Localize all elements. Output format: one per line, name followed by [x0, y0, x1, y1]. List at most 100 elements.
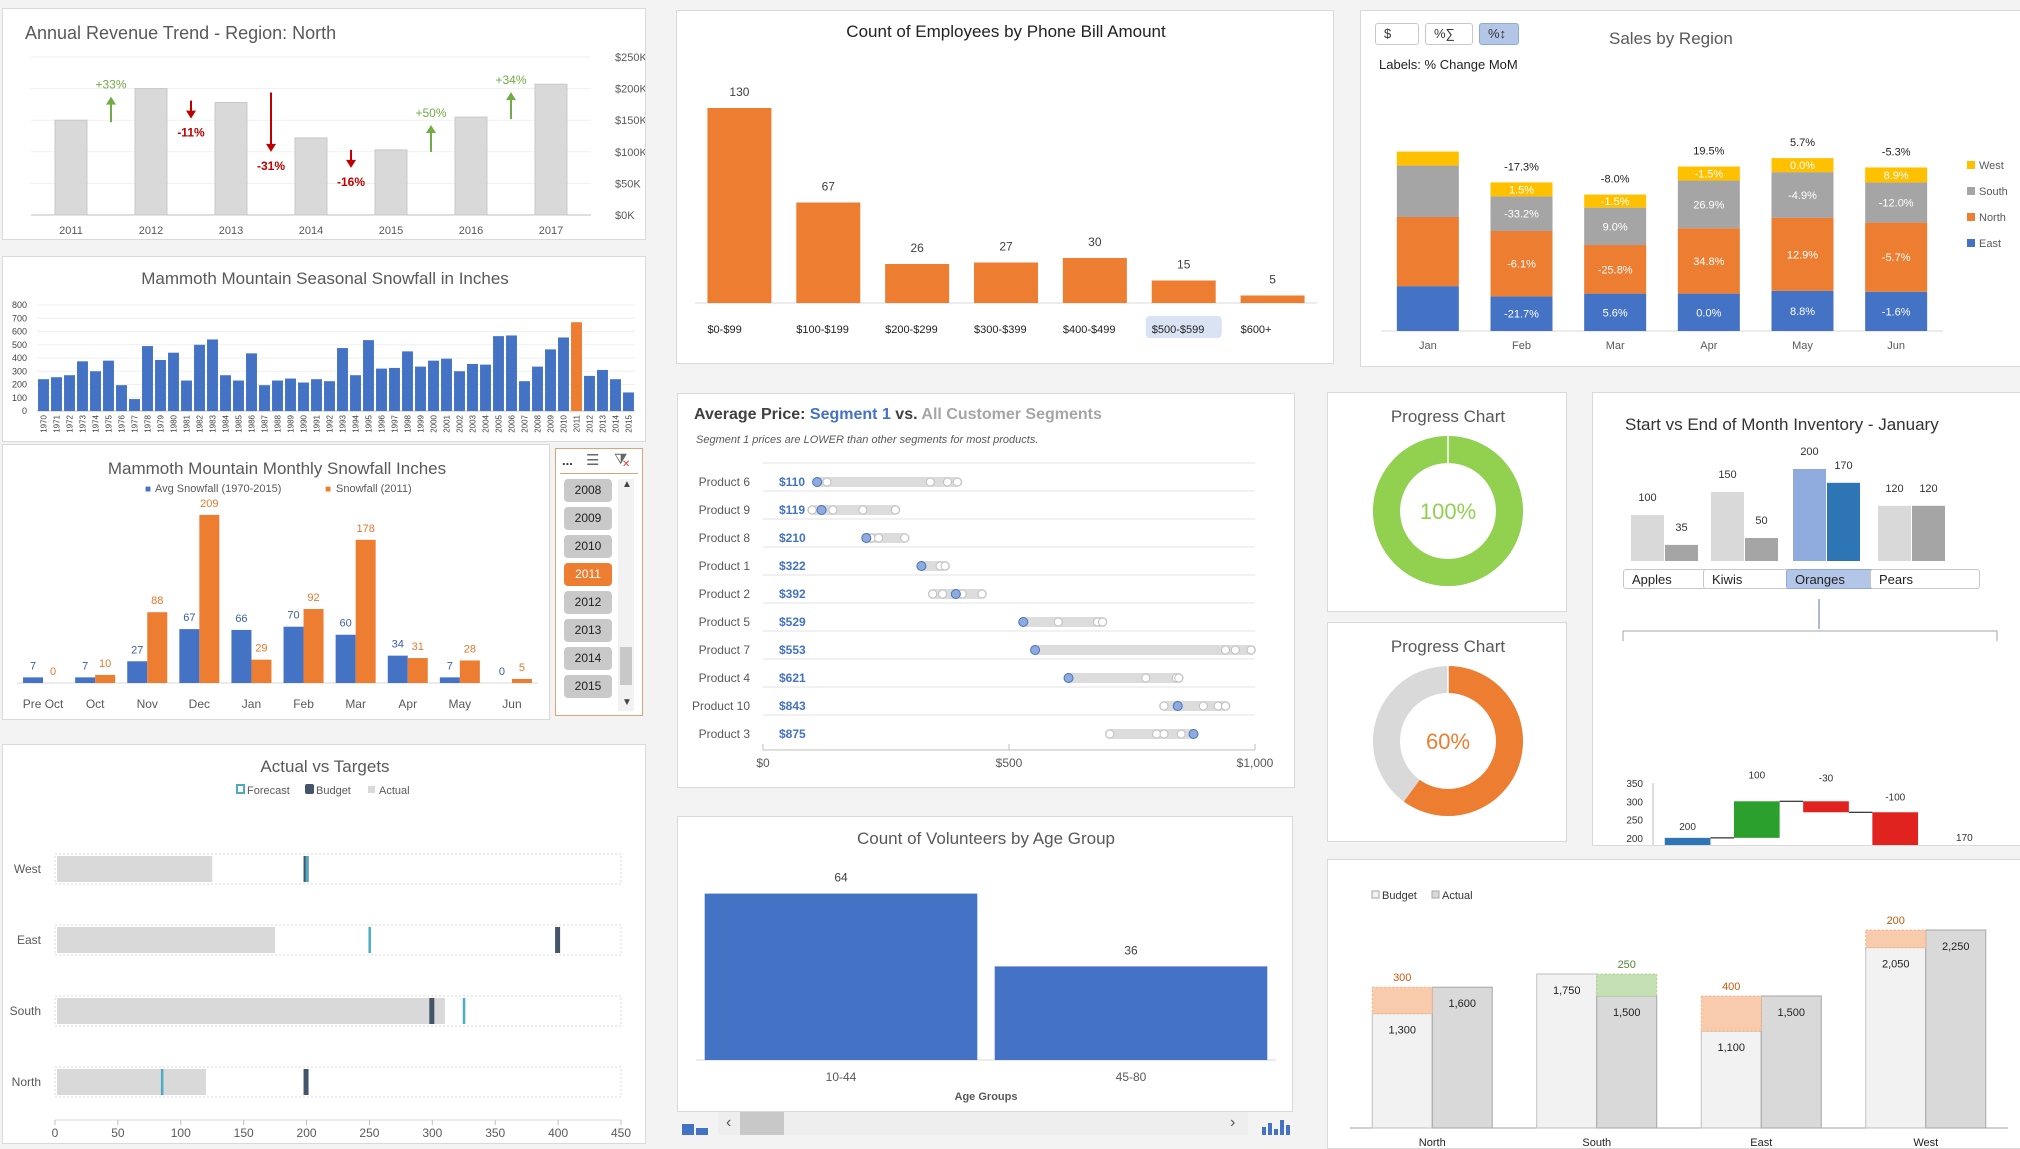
segment-label: 34.8% — [1693, 256, 1724, 268]
y-tick-label: 400 — [12, 353, 27, 363]
x-tick-label: South — [1582, 1137, 1611, 1149]
waterfall-value-label: 170 — [1956, 833, 1973, 844]
revenue-bar — [214, 102, 248, 216]
segment1-price-label: $621 — [779, 671, 806, 685]
slicer-item-2009[interactable]: 2009 — [564, 507, 612, 530]
x-tick-label: 2016 — [459, 225, 483, 237]
x-tick-label: 1986 — [248, 414, 257, 432]
snow-value-label: 29 — [255, 643, 267, 655]
x-tick-label: 50 — [111, 1126, 125, 1140]
x-tick-label: 1972 — [66, 414, 75, 432]
horizontal-scroll-thumb[interactable] — [740, 1112, 784, 1135]
segment1-price-label: $843 — [779, 699, 806, 713]
other-segment-dot — [890, 505, 900, 515]
slicer-item-2015[interactable]: 2015 — [564, 675, 612, 698]
x-tick-label: 1977 — [131, 414, 140, 432]
slicer-more[interactable]: ... — [562, 453, 573, 468]
scroll-down-icon[interactable]: ▼ — [622, 697, 632, 708]
actual-value-label: 1,500 — [1777, 1007, 1805, 1019]
legend-label-2011: Snowfall (2011) — [336, 483, 412, 495]
change-label: +50% — [415, 106, 446, 120]
legend-label-north: North — [1979, 212, 2006, 224]
other-segment-dot — [925, 477, 935, 487]
volunteers-chart: 64 10-44 36 45-80 Age Groups — [696, 871, 1276, 1103]
revenue-bar — [54, 119, 88, 216]
fruit-tab-oranges[interactable]: Oranges — [1786, 569, 1878, 589]
x-tick-label: 2012 — [586, 414, 595, 432]
region-panel: $ %∑ %↕ Labels: % Change MoM Sales by Regi… — [1360, 10, 2020, 367]
segment1-price-label: $392 — [779, 587, 806, 601]
x-tick-label: North — [1419, 1137, 1446, 1149]
segment1-dot — [816, 505, 827, 515]
segment-label: 9.0% — [1603, 221, 1628, 233]
legend-label-west: West — [1979, 160, 2004, 172]
slicer-item-2014[interactable]: 2014 — [564, 647, 612, 670]
legend-swatch-avg: ■ — [145, 484, 151, 495]
start-value-label: 120 — [1885, 483, 1903, 495]
legend-label-forecast: Forecast — [247, 785, 290, 797]
avg-value-label: 27 — [131, 644, 143, 656]
clear-filter-icon[interactable]: ⧩ ✕ — [614, 451, 630, 470]
multi-select-icon[interactable]: ☰ — [586, 451, 599, 469]
snowfall-bar — [441, 358, 452, 411]
slicer-scroll-thumb[interactable] — [620, 647, 632, 685]
scroll-left-icon[interactable]: ‹ — [726, 1114, 731, 1132]
segment-label: -6.1% — [1507, 259, 1536, 271]
snow-2011-bar — [355, 539, 376, 683]
snowfall-bar — [363, 340, 374, 411]
bar-chart-left-icon[interactable] — [682, 1124, 710, 1135]
avg-value-label: 7 — [82, 660, 88, 672]
scroll-up-icon[interactable]: ▲ — [622, 479, 632, 490]
value-label: 30 — [1088, 235, 1102, 249]
dotplot-panel: Average Price: Segment 1 vs. All Custome… — [677, 393, 1295, 788]
fruit-tab-pears[interactable]: Pears — [1870, 569, 1980, 589]
x-tick-label: 150 — [234, 1126, 254, 1140]
avg-value-label: 7 — [447, 660, 453, 672]
start-value-label: 200 — [1800, 446, 1818, 458]
other-segment-dot — [928, 589, 938, 599]
x-tick-label: 1978 — [144, 414, 153, 432]
change-label: -31% — [257, 159, 285, 173]
segment1-dot — [1030, 645, 1041, 655]
x-tick-label: 1981 — [183, 414, 192, 432]
segment-label: 8.8% — [1790, 306, 1815, 318]
slicer-item-2010[interactable]: 2010 — [564, 535, 612, 558]
x-tick-label: 1987 — [261, 414, 270, 432]
snowfall-bar — [402, 351, 413, 411]
snow-2011-bar — [407, 658, 428, 683]
product-label: Product 7 — [699, 643, 751, 657]
scroll-right-icon[interactable]: › — [1230, 1114, 1235, 1132]
x-tick-label: 2007 — [521, 414, 530, 432]
horizontal-scrollbar[interactable]: ‹ › — [718, 1112, 1248, 1135]
budget-value-label: 1,750 — [1553, 985, 1581, 997]
slicer-item-2013[interactable]: 2013 — [564, 619, 612, 642]
slicer-item-2011[interactable]: 2011 — [564, 563, 612, 586]
x-tick-label: Pre Oct — [23, 697, 64, 711]
variance-bar — [1865, 929, 1927, 949]
snowfall-bar — [350, 375, 361, 411]
fruit-tab-apples[interactable]: Apples — [1623, 569, 1715, 589]
snowfall-bar — [77, 361, 88, 411]
forecast-marker — [160, 1069, 164, 1095]
bar-chart-right-icon[interactable] — [1262, 1120, 1292, 1135]
avg-value-label: 70 — [287, 610, 299, 622]
slicer-scrollbar[interactable]: ▲ ▼ — [618, 479, 634, 711]
snowfall-bar — [259, 385, 270, 411]
slicer-item-2008[interactable]: 2008 — [564, 479, 612, 502]
other-segment-dot — [943, 477, 952, 487]
stack-segment-east — [1396, 286, 1459, 331]
x-tick-label: May — [449, 697, 472, 711]
x-tick-label: Feb — [293, 697, 314, 711]
segment-label: -1.5% — [1694, 169, 1723, 181]
segment-label: 26.9% — [1693, 199, 1724, 211]
y-tick-label: 100 — [12, 393, 27, 403]
x-tick-label: 450 — [611, 1126, 631, 1140]
snowfall-bar — [467, 363, 478, 411]
avg-bar — [335, 634, 356, 683]
slicer-item-2012[interactable]: 2012 — [564, 591, 612, 614]
stack-segment-south — [1396, 165, 1459, 217]
avg-bar — [75, 677, 96, 683]
fruit-tab-kiwis[interactable]: Kiwis — [1703, 569, 1795, 589]
revenue-chart: $0K $50K $100K $150K $200K $250K 2011 2012 2013 2… — [31, 52, 645, 237]
actual-bar — [57, 856, 213, 882]
